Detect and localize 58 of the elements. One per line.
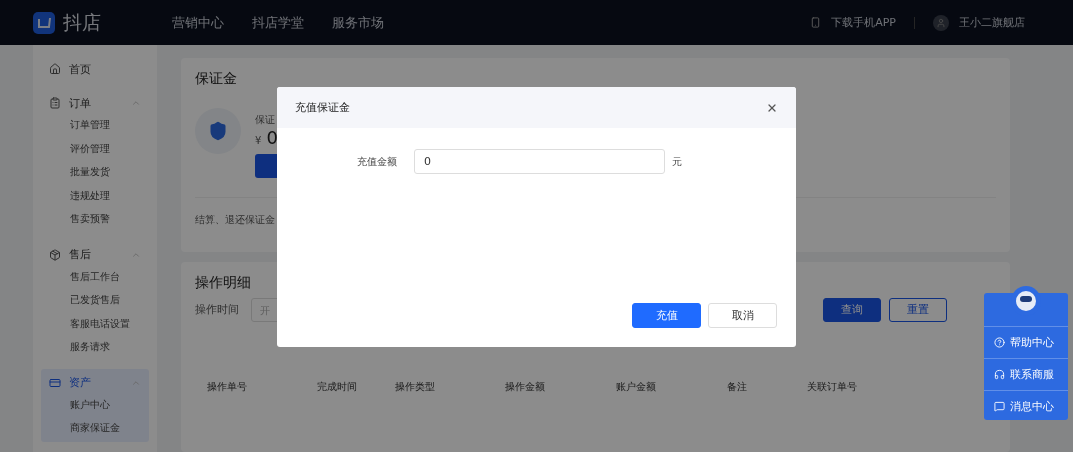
sidebar-subitem[interactable]: 违规处理 [41,183,149,207]
card-title: 保证金 [195,70,238,88]
sidebar-subitem[interactable]: 订单管理 [41,113,149,137]
user-name[interactable]: 王小二旗舰店 [959,15,1025,30]
download-link[interactable]: 下载手机APP [831,15,896,30]
shield-icon [195,108,241,154]
nav-link[interactable]: 抖店学堂 [252,13,304,32]
sidebar-subitem[interactable]: 售卖预警 [41,207,149,231]
filter-label: 操作时间 [195,302,239,318]
column-header: 操作类型 [395,379,436,394]
message-icon [994,401,1005,412]
home-icon [49,63,61,75]
amount-input[interactable]: 0 [414,149,665,174]
sidebar-subitem[interactable]: 评价管理 [41,136,149,160]
help-icon [994,337,1005,348]
reset-button[interactable]: 重置 [889,297,947,322]
avatar-icon[interactable] [933,14,949,31]
deposit-note: 结算、退还保证金 [195,214,275,225]
sidebar-subitem[interactable]: 批量发货 [41,160,149,184]
sidebar-subitem[interactable]: 售后工作台 [41,264,149,288]
cancel-button[interactable]: 取消 [708,303,777,328]
dialog-title: 充值保证金 [295,100,350,115]
sidebar-subitem[interactable]: 客服电话设置 [41,311,149,335]
sidebar-item[interactable]: 售后 [41,244,149,265]
sidebar-subitem[interactable]: 已发货售后 [41,288,149,312]
column-header: 关联订单号 [807,379,858,394]
query-button[interactable]: 查询 [823,297,881,322]
sidebar-subitem[interactable]: 账户中心 [41,392,149,416]
card-icon [49,376,61,389]
column-header: 备注 [727,379,748,394]
column-header: 操作单号 [207,379,248,394]
column-header: 账户金额 [616,379,657,394]
sidebar-subitem[interactable]: 服务请求 [41,335,149,359]
column-header: 操作金额 [505,379,546,394]
card-title: 操作明细 [195,273,252,292]
deposit-amount: 0 [266,127,278,148]
nav-link[interactable]: 营销中心 [172,13,224,32]
help-menu-item[interactable]: 帮助中心 [984,326,1068,358]
column-header: 完成时间 [317,379,358,394]
recharge-button[interactable]: 充值 [632,303,701,328]
sidebar-subitem[interactable]: 商家保证金 [41,416,149,440]
sidebar-item[interactable]: 资产 [41,372,149,393]
phone-icon [810,17,822,28]
logo-icon [33,11,55,34]
unit-label: 元 [672,154,682,169]
clipboard-icon [49,97,61,109]
currency-sign: ¥ [255,135,262,146]
help-menu-item[interactable]: 消息中心 [984,390,1068,422]
box-icon [49,248,61,261]
sidebar-item[interactable]: 首页 [41,59,149,79]
deposit-label: 保证 [255,114,275,125]
field-label: 充值金额 [357,154,398,169]
headset-icon [994,369,1005,380]
help-menu-item[interactable]: 联系商服 [984,358,1068,390]
nav-link[interactable]: 服务市场 [332,13,384,32]
logo-text: 抖店 [63,9,101,35]
chevron-icon[interactable] [131,98,141,108]
sidebar-item[interactable]: 订单 [41,93,149,113]
